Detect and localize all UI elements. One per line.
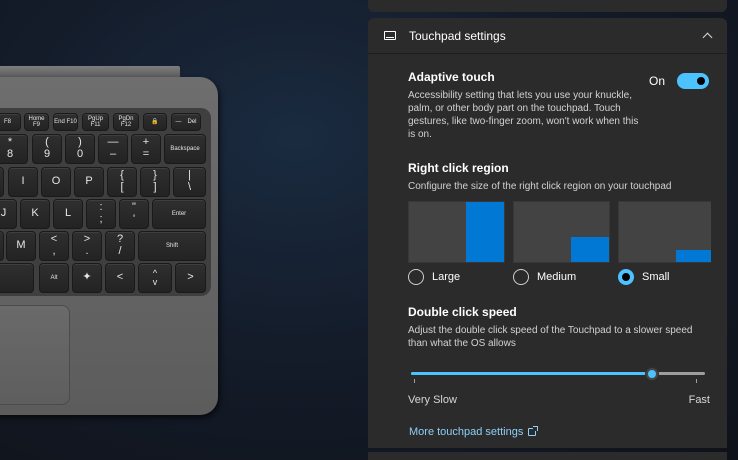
right-click-region-title: Right click region xyxy=(408,161,509,175)
key-m: M xyxy=(6,231,36,261)
key-bracket-left: { [ xyxy=(107,167,137,197)
key-comma: < , xyxy=(39,231,69,261)
key-n xyxy=(0,231,4,261)
radio-label-large: Large xyxy=(432,271,461,283)
right-click-region-options: Large Medium Small xyxy=(408,201,711,286)
key-i: I xyxy=(8,167,38,197)
touchpad-settings-header[interactable]: Touchpad settings xyxy=(368,18,727,54)
key-pgdn: PgDn F12 xyxy=(113,113,139,131)
slider-max-label: Fast xyxy=(688,394,710,406)
key-slash: ? / xyxy=(105,231,135,261)
key-f8: F8 xyxy=(0,113,21,131)
key-arrow-right: > xyxy=(175,263,206,293)
external-link-icon xyxy=(528,426,539,436)
key-quote: " ' xyxy=(119,199,149,229)
key-bracket-right: } ] xyxy=(140,167,170,197)
lock-icon: 🔒 xyxy=(151,118,159,125)
slider-thumb[interactable] xyxy=(645,367,660,381)
key-del-label: Del xyxy=(187,118,197,125)
adaptive-touch-toggle[interactable] xyxy=(677,73,709,89)
key-period: > . xyxy=(72,231,102,261)
region-preview-small[interactable] xyxy=(618,201,711,263)
key-dash-label: — xyxy=(175,118,182,125)
region-option-small[interactable]: Small xyxy=(618,201,711,286)
region-option-large[interactable]: Large xyxy=(408,201,505,286)
key-home: Home F9 xyxy=(24,113,49,131)
key-l: L xyxy=(53,199,83,229)
touchpad-icon xyxy=(384,31,396,40)
key-shift: Shift xyxy=(138,231,206,261)
panel-title: Touchpad settings xyxy=(409,28,506,43)
slider-tick-min xyxy=(414,379,415,383)
region-fill-small xyxy=(676,250,711,262)
region-preview-medium[interactable] xyxy=(513,201,610,263)
slider-tick-max xyxy=(696,379,697,383)
key-8: * 8 xyxy=(0,134,28,164)
key-j: J xyxy=(0,199,17,229)
adaptive-touch-description: Accessibility setting that lets you use … xyxy=(408,90,639,140)
adaptive-touch-state: On xyxy=(648,74,665,88)
touchpad-settings-panel: Touchpad settings Adaptive touch Accessi… xyxy=(368,18,727,448)
radio-small[interactable] xyxy=(618,269,634,285)
radio-large[interactable] xyxy=(408,269,424,285)
chevron-up-icon[interactable] xyxy=(702,32,713,43)
key-enter: Enter xyxy=(152,199,206,229)
copilot-icon: ✦ xyxy=(82,271,92,284)
key-backspace: Backspace xyxy=(164,134,206,164)
double-click-speed-slider[interactable] xyxy=(408,363,708,383)
right-click-region-description: Configure the size of the right click re… xyxy=(408,181,672,192)
key-space xyxy=(0,263,34,293)
adaptive-touch-setting: Adaptive touch Accessibility setting tha… xyxy=(408,70,727,141)
key-pgup: PgUp F11 xyxy=(82,113,109,131)
double-click-speed-title: Double click speed xyxy=(408,305,517,319)
radio-row-small[interactable]: Small xyxy=(618,268,711,286)
key-u xyxy=(0,167,4,197)
key-equals: + = xyxy=(131,134,161,164)
keyboard-touchpad xyxy=(0,305,70,405)
key-p: P xyxy=(74,167,104,197)
radio-label-medium: Medium xyxy=(537,271,577,283)
slider-min-label: Very Slow xyxy=(408,394,457,406)
right-click-region-setting: Right click region Configure the size of… xyxy=(408,161,727,286)
more-touchpad-settings-link[interactable]: More touchpad settings xyxy=(409,426,539,438)
double-click-speed-description: Adjust the double click speed of the Tou… xyxy=(408,325,693,349)
slider-labels: Very Slow Fast xyxy=(408,394,710,406)
region-preview-large[interactable] xyxy=(408,201,505,263)
key-o: O xyxy=(41,167,71,197)
adaptive-touch-toggle-wrap: On xyxy=(649,73,709,89)
key-lock: 🔒 xyxy=(143,113,167,131)
key-alt: Alt xyxy=(39,263,69,293)
radio-label-small: Small xyxy=(642,271,670,283)
next-panel-edge xyxy=(368,452,727,460)
region-option-medium[interactable]: Medium xyxy=(513,201,610,286)
toggle-knob xyxy=(697,77,705,85)
key-semicolon: : ; xyxy=(86,199,116,229)
screen-icon: F8 xyxy=(3,118,11,125)
key-dash: — Del xyxy=(171,113,201,131)
key-0: ) 0 xyxy=(65,134,95,164)
key-arrow-left: < xyxy=(105,263,135,293)
radio-medium[interactable] xyxy=(513,269,529,285)
key-end: End F10 xyxy=(53,113,78,131)
region-fill-medium xyxy=(571,236,609,262)
keyboard-image: F8 Home F9 End F10 PgUp F11 PgDn F12 🔒 —… xyxy=(0,0,368,460)
previous-panel-edge xyxy=(368,0,727,12)
key-minus: — – xyxy=(98,134,128,164)
double-click-speed-setting: Double click speed Adjust the double cli… xyxy=(408,305,727,406)
key-9: ( 9 xyxy=(32,134,62,164)
region-fill-large xyxy=(466,202,504,262)
radio-row-large[interactable]: Large xyxy=(408,268,505,286)
key-backslash: | \ xyxy=(173,167,206,197)
more-touchpad-settings-label: More touchpad settings xyxy=(409,426,524,438)
key-arrow-updown: ^ v xyxy=(138,263,172,293)
radio-row-medium[interactable]: Medium xyxy=(513,268,610,286)
slider-fill xyxy=(411,372,653,375)
key-copilot: ✦ xyxy=(72,263,102,293)
key-k: K xyxy=(20,199,50,229)
